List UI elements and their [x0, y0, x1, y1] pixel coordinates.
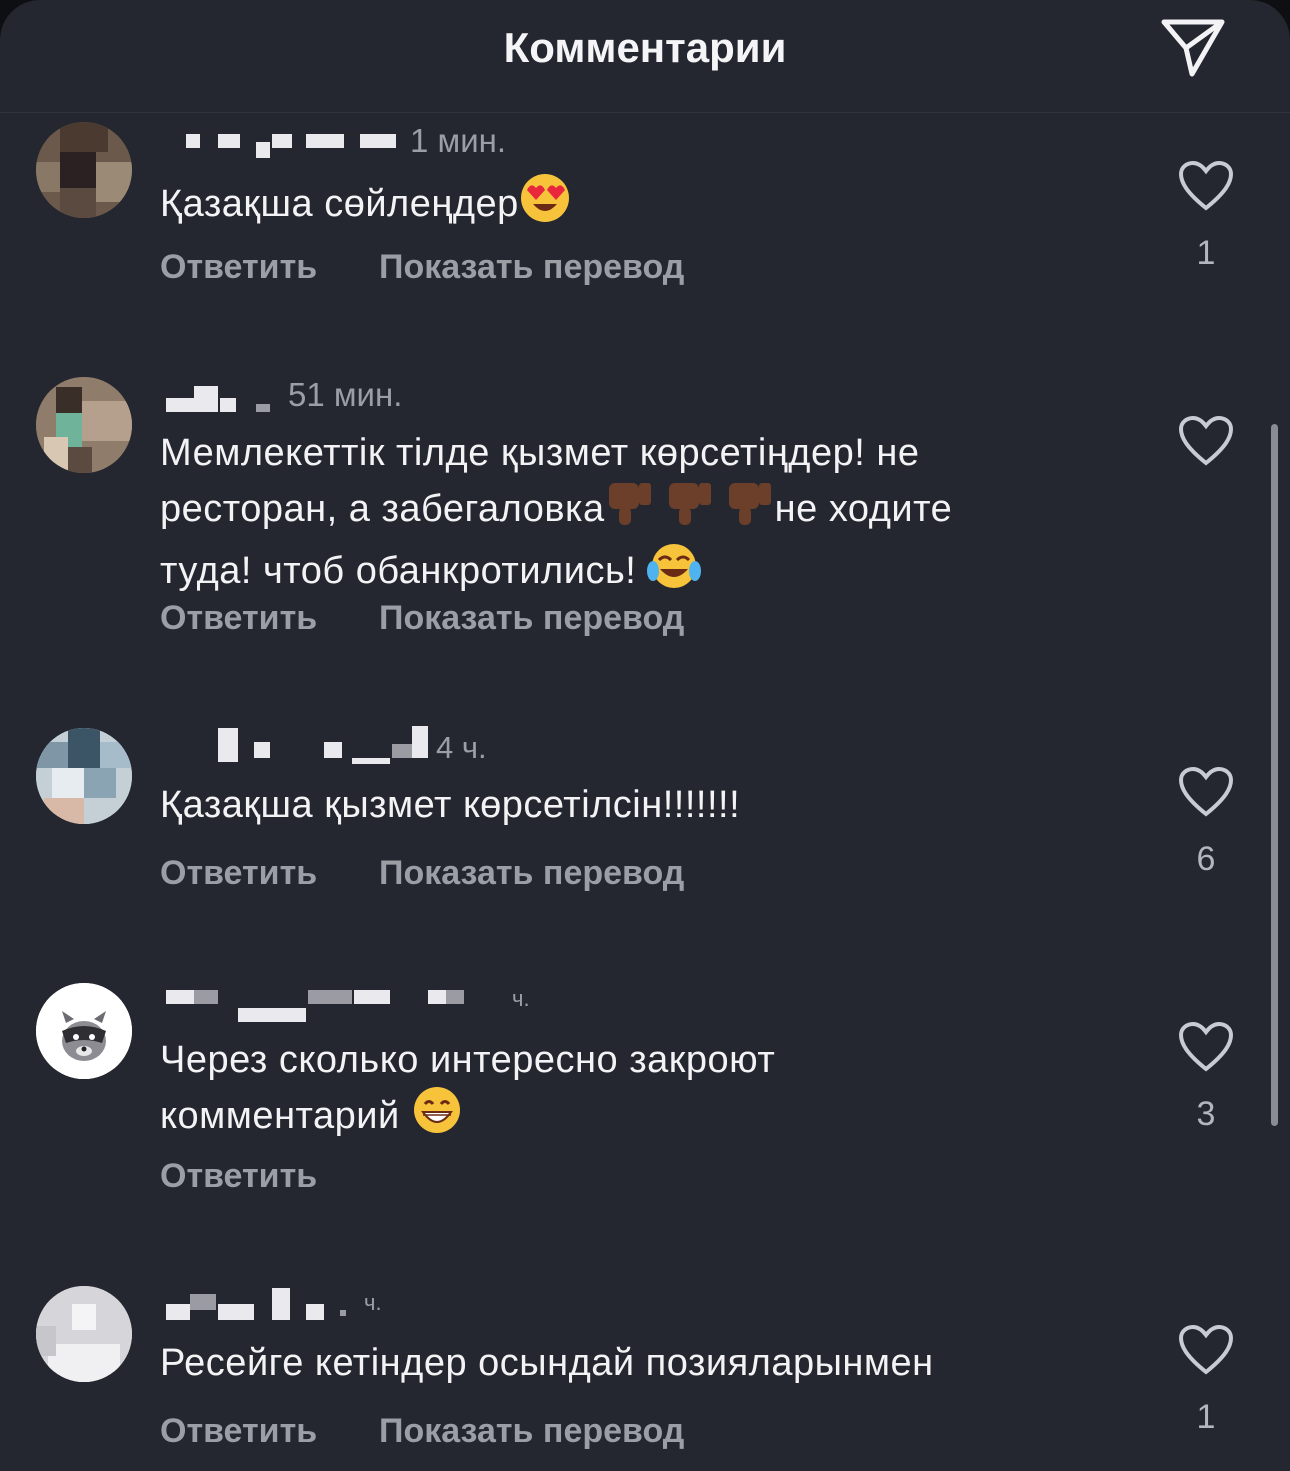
comment-time: 1 мин. [410, 122, 507, 159]
avatar[interactable] [36, 377, 132, 473]
show-translation-button[interactable]: Показать перевод [379, 599, 684, 638]
comment-text: Қазақша сөйлеңдер [160, 172, 1060, 236]
comment-time: ч. [364, 1290, 382, 1315]
comments-sheet: Комментарии 1 мин. Қазақша сөйлеңдер Отв… [0, 0, 1290, 1471]
tears-of-joy-emoji [647, 541, 702, 603]
comment-text: Мемлекеттік тілде қызмет көрсетіңдер! не… [160, 430, 1060, 603]
username-redacted[interactable]: 4 ч. [160, 726, 660, 766]
username-redacted[interactable]: 51 мин. [160, 376, 660, 416]
grinning-emoji [411, 1084, 463, 1148]
reply-button[interactable]: Ответить [160, 248, 317, 287]
username-redacted[interactable]: 1 мин. [160, 122, 660, 162]
comment-time: 4 ч. [436, 730, 487, 765]
avatar[interactable] [36, 122, 132, 218]
show-translation-button[interactable]: Показать перевод [379, 248, 684, 287]
heart-icon[interactable] [1178, 1021, 1234, 1073]
like-count: 1 [1196, 1398, 1216, 1436]
reply-button[interactable]: Ответить [160, 1157, 317, 1196]
username-redacted[interactable]: ч. [160, 984, 660, 1024]
heart-icon[interactable] [1178, 1324, 1234, 1376]
like-count: 1 [1196, 234, 1216, 272]
heart-icon[interactable] [1178, 160, 1234, 212]
comment-time: 51 мин. [288, 376, 403, 413]
comment-text: Через сколько интересно закроют коммента… [160, 1037, 1060, 1148]
comment-text: Ресейге кетіндер осындай позияларынмен [160, 1342, 934, 1384]
scrollbar[interactable] [1271, 424, 1278, 1126]
show-translation-button[interactable]: Показать перевод [379, 854, 684, 893]
reply-button[interactable]: Ответить [160, 1412, 317, 1451]
thumbs-down-emoji [605, 477, 775, 541]
send-icon[interactable] [1158, 14, 1228, 80]
comment-text: Қазақша қызмет көрсетілсін!!!!!!! [160, 784, 741, 826]
reply-button[interactable]: Ответить [160, 854, 317, 893]
avatar[interactable] [36, 983, 132, 1079]
avatar[interactable] [36, 728, 132, 824]
avatar[interactable] [36, 1286, 132, 1382]
heart-icon[interactable] [1178, 766, 1234, 818]
like-count: 6 [1196, 840, 1216, 878]
heart-icon[interactable] [1178, 415, 1234, 467]
comment-time: ч. [512, 986, 530, 1011]
page-title: Комментарии [503, 24, 787, 71]
reply-button[interactable]: Ответить [160, 599, 317, 638]
show-translation-button[interactable]: Показать перевод [379, 1412, 684, 1451]
like-count: 3 [1196, 1095, 1216, 1133]
heart-eyes-emoji [519, 172, 571, 236]
header: Комментарии [0, 0, 1290, 113]
username-redacted[interactable]: ч. [160, 1288, 660, 1328]
